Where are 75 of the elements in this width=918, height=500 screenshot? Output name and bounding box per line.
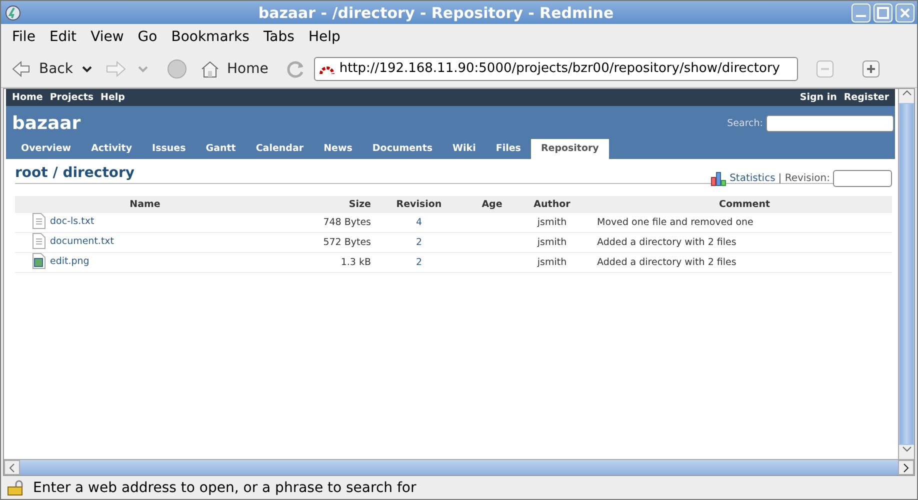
statistics-icon: [710, 172, 727, 186]
tab[interactable]: Calendar: [246, 139, 314, 159]
image-file-icon: [32, 253, 46, 269]
zoom-out-icon[interactable]: [816, 60, 834, 78]
scroll-up-icon[interactable]: [902, 89, 912, 97]
tab[interactable]: Documents: [362, 139, 443, 159]
padlock-icon: [7, 480, 25, 496]
top-menu-link[interactable]: Register: [844, 92, 889, 103]
tab[interactable]: Files: [486, 139, 531, 159]
menu-item[interactable]: Go: [130, 29, 164, 45]
column-header[interactable]: Size: [275, 196, 371, 213]
window-title: bazaar - /directory - Repository - Redmine: [257, 4, 615, 22]
tab[interactable]: Gantt: [196, 139, 246, 159]
column-header[interactable]: Age: [467, 196, 517, 213]
table-cell: Added a directory with 2 files: [587, 252, 892, 272]
file-link[interactable]: edit.png: [50, 256, 90, 266]
table-cell: jsmith: [517, 232, 587, 252]
search-label: Search:: [727, 118, 763, 129]
table-cell: Added a directory with 2 files: [587, 232, 892, 252]
table-cell: 748 Bytes: [275, 213, 371, 232]
project-title: bazaar: [12, 113, 81, 134]
page-heading: root / directory: [15, 165, 135, 181]
menu-item[interactable]: Help: [301, 29, 348, 45]
close-icon[interactable]: [895, 2, 915, 22]
column-header[interactable]: Comment: [587, 196, 892, 213]
address-field[interactable]: http://192.168.11.90:5000/projects/bzr00/repository/show/directory: [314, 56, 798, 80]
text-file-icon: [32, 213, 46, 229]
top-menu-link[interactable]: Home: [12, 92, 43, 103]
scroll-right-icon[interactable]: [902, 462, 910, 472]
top-menu-link[interactable]: Sign in: [800, 92, 837, 103]
menu-item[interactable]: Edit: [42, 29, 84, 45]
zoom-in-icon[interactable]: [862, 60, 880, 78]
text-file-icon: [32, 233, 46, 249]
table-cell: jsmith: [517, 213, 587, 232]
menu-item[interactable]: File: [5, 29, 42, 45]
revision-link[interactable]: 2: [416, 257, 422, 268]
revision-link[interactable]: 2: [416, 237, 422, 248]
table-cell: Moved one file and removed one: [587, 213, 892, 232]
tab[interactable]: Wiki: [442, 139, 486, 159]
top-menu-link[interactable]: Help: [100, 92, 125, 103]
status-text: Enter a web address to open, or a phrase to search for: [33, 480, 416, 496]
menu-item[interactable]: Tabs: [256, 29, 302, 45]
tab[interactable]: Issues: [142, 139, 196, 159]
minimize-icon[interactable]: [851, 2, 871, 22]
column-header[interactable]: Revision: [371, 196, 467, 213]
maximize-icon[interactable]: [873, 2, 893, 22]
top-menu-link[interactable]: Projects: [50, 92, 94, 103]
home-button[interactable]: Home: [197, 58, 276, 78]
revision-field[interactable]: [833, 170, 892, 187]
search-field[interactable]: [766, 115, 894, 132]
menu-item[interactable]: Bookmarks: [164, 29, 256, 45]
file-link[interactable]: doc-ls.txt: [50, 216, 94, 226]
statistics-link[interactable]: Statistics: [730, 173, 776, 184]
tab[interactable]: Activity: [81, 139, 142, 159]
column-header[interactable]: Name: [15, 196, 275, 213]
file-link[interactable]: document.txt: [50, 236, 114, 246]
horizontal-scrollbar[interactable]: [4, 459, 914, 475]
tab[interactable]: Repository: [530, 139, 609, 159]
tab[interactable]: News: [314, 139, 362, 159]
table-cell: 1.3 kB: [275, 252, 371, 272]
stop-icon[interactable]: [167, 58, 187, 78]
tab[interactable]: Overview: [11, 139, 82, 159]
scroll-left-icon[interactable]: [8, 462, 16, 472]
table-cell: jsmith: [517, 252, 587, 272]
back-button[interactable]: Back: [9, 58, 81, 78]
table-cell: 572 Bytes: [275, 232, 371, 252]
revision-label: | Revision:: [778, 173, 830, 184]
dropdown-caret-icon[interactable]: [81, 64, 93, 72]
revision-link[interactable]: 4: [416, 217, 422, 228]
vertical-scrollbar[interactable]: [898, 89, 914, 459]
column-header[interactable]: Author: [517, 196, 587, 213]
home-icon: [199, 58, 221, 78]
menu-item[interactable]: View: [84, 29, 131, 45]
app-icon: [5, 4, 21, 20]
scroll-down-icon[interactable]: [902, 445, 912, 453]
